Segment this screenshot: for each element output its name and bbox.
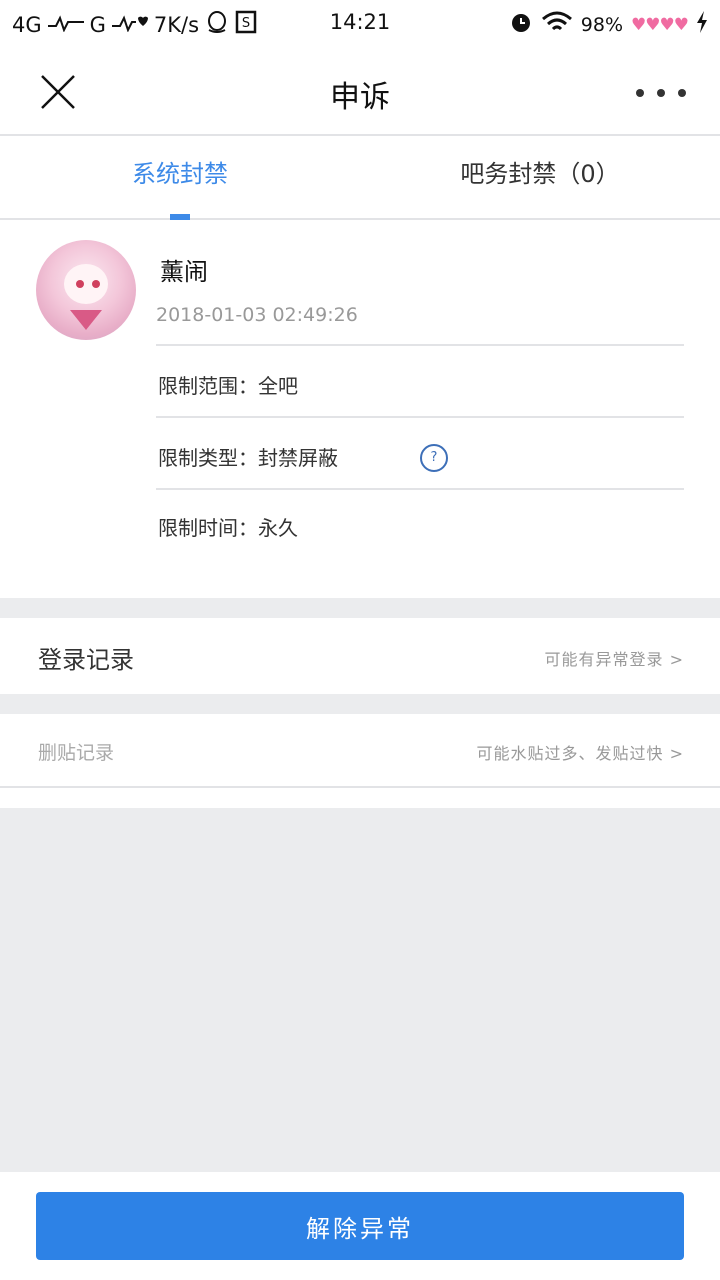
tab-system-ban[interactable]: 系统封禁 <box>0 136 360 218</box>
more-options-button[interactable] <box>636 78 686 108</box>
delete-record-row[interactable]: 删贴记录 可能水贴过多、发贴过快 > <box>0 714 720 788</box>
spacer <box>0 788 720 808</box>
divider <box>156 416 684 418</box>
wifi-icon <box>541 10 573 39</box>
unblock-button[interactable]: 解除异常 <box>36 1192 684 1260</box>
restriction-type: 限制类型：封禁屏蔽 <box>158 446 338 470</box>
more-dot-icon <box>678 89 686 97</box>
avatar-face <box>64 264 108 304</box>
alarm-icon <box>509 10 533 39</box>
avatar-eye <box>92 280 100 288</box>
avatar-eye <box>76 280 84 288</box>
login-record-hint: 可能有异常登录 > <box>544 650 684 669</box>
tab-bar: 系统封禁 吧务封禁（0） <box>0 136 720 220</box>
restriction-scope: 限制范围：全吧 <box>158 374 298 398</box>
login-record-row[interactable]: 登录记录 可能有异常登录 > <box>0 618 720 694</box>
delete-record-label: 删贴记录 <box>38 742 115 764</box>
avatar-bow <box>70 310 102 330</box>
help-icon[interactable]: ? <box>420 444 448 472</box>
avatar[interactable] <box>36 240 136 340</box>
charging-icon <box>696 11 708 38</box>
battery-label: 98% <box>580 13 624 36</box>
more-dot-icon <box>657 89 665 97</box>
ban-info-card: 薰闹 2018-01-03 02:49:26 限制范围：全吧 限制类型：封禁屏蔽… <box>0 220 720 598</box>
delete-record-hint: 可能水贴过多、发贴过快 > <box>476 744 684 763</box>
ban-timestamp: 2018-01-03 02:49:26 <box>156 304 358 326</box>
divider <box>156 344 684 346</box>
restriction-duration: 限制时间：永久 <box>158 516 298 540</box>
more-dot-icon <box>636 89 644 97</box>
page-title: 申诉 <box>330 80 390 115</box>
status-bar: 4G G 7K/s S 14:21 98% ♥♥♥♥ <box>0 0 720 48</box>
bottom-action-bar: 解除异常 <box>0 1172 720 1280</box>
battery-hearts-icon: ♥♥♥♥ <box>631 14 689 35</box>
status-right: 98% ♥♥♥♥ <box>509 10 708 39</box>
login-record-label: 登录记录 <box>38 646 134 674</box>
username: 薰闹 <box>160 258 208 286</box>
divider <box>156 488 684 490</box>
header: 申诉 <box>0 48 720 136</box>
tab-bar-ban[interactable]: 吧务封禁（0） <box>360 136 720 218</box>
